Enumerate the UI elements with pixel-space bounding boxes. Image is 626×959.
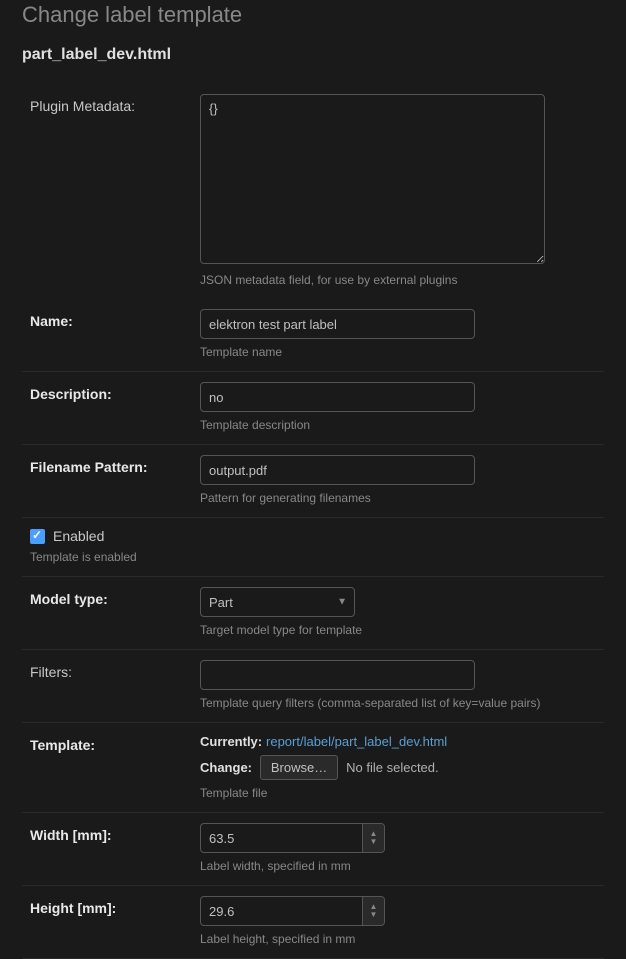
- chevron-down-icon[interactable]: ▼: [370, 911, 378, 919]
- label-description: Description:: [30, 382, 200, 402]
- no-file-text: No file selected.: [346, 760, 439, 775]
- chevron-up-icon[interactable]: ▲: [370, 903, 378, 911]
- row-width: Width [mm]: ▲ ▼ Label width, specified i…: [22, 813, 604, 886]
- metadata-textarea[interactable]: {}: [200, 94, 545, 264]
- model-type-select[interactable]: Part: [200, 587, 355, 617]
- row-name: Name: Template name: [22, 299, 604, 372]
- height-spinner[interactable]: ▲ ▼: [362, 897, 384, 925]
- help-metadata: JSON metadata field, for use by external…: [200, 273, 596, 287]
- help-filters: Template query filters (comma-separated …: [200, 696, 596, 710]
- browse-button[interactable]: Browse…: [260, 755, 338, 780]
- row-metadata: Plugin Metadata: {} JSON metadata field,…: [22, 84, 604, 299]
- chevron-down-icon[interactable]: ▼: [370, 838, 378, 846]
- template-file-link[interactable]: report/label/part_label_dev.html: [266, 734, 447, 749]
- label-template: Template:: [30, 733, 200, 753]
- row-height: Height [mm]: ▲ ▼ Label height, specified…: [22, 886, 604, 959]
- help-model-type: Target model type for template: [200, 623, 596, 637]
- help-description: Template description: [200, 418, 596, 432]
- label-filters: Filters:: [30, 660, 200, 680]
- label-filename: Filename Pattern:: [30, 455, 200, 475]
- enabled-checkbox[interactable]: [30, 529, 45, 544]
- help-name: Template name: [200, 345, 596, 359]
- row-enabled: Enabled Template is enabled: [22, 518, 604, 577]
- help-filename: Pattern for generating filenames: [200, 491, 596, 505]
- description-input[interactable]: [200, 382, 475, 412]
- width-spinner[interactable]: ▲ ▼: [362, 824, 384, 852]
- row-filters: Filters: Template query filters (comma-s…: [22, 650, 604, 723]
- currently-label: Currently:: [200, 734, 262, 749]
- help-template: Template file: [200, 786, 596, 800]
- row-filename: Filename Pattern: Pattern for generating…: [22, 445, 604, 518]
- change-label: Change:: [200, 760, 252, 775]
- label-model-type: Model type:: [30, 587, 200, 607]
- label-enabled: Enabled: [53, 528, 104, 544]
- label-width: Width [mm]:: [30, 823, 200, 843]
- help-width: Label width, specified in mm: [200, 859, 596, 873]
- filters-input[interactable]: [200, 660, 475, 690]
- name-input[interactable]: [200, 309, 475, 339]
- label-metadata: Plugin Metadata:: [30, 94, 200, 114]
- filename-input[interactable]: [200, 455, 475, 485]
- row-model-type: Model type: Part ▼ Target model type for…: [22, 577, 604, 650]
- label-height: Height [mm]:: [30, 896, 200, 916]
- height-input[interactable]: [200, 896, 385, 926]
- width-input[interactable]: [200, 823, 385, 853]
- help-enabled: Template is enabled: [30, 550, 596, 564]
- help-height: Label height, specified in mm: [200, 932, 596, 946]
- row-template: Template: Currently: report/label/part_l…: [22, 723, 604, 813]
- row-description: Description: Template description: [22, 372, 604, 445]
- label-name: Name:: [30, 309, 200, 329]
- template-filename-subtitle: part_label_dev.html: [22, 46, 604, 84]
- page-title: Change label template: [22, 0, 604, 46]
